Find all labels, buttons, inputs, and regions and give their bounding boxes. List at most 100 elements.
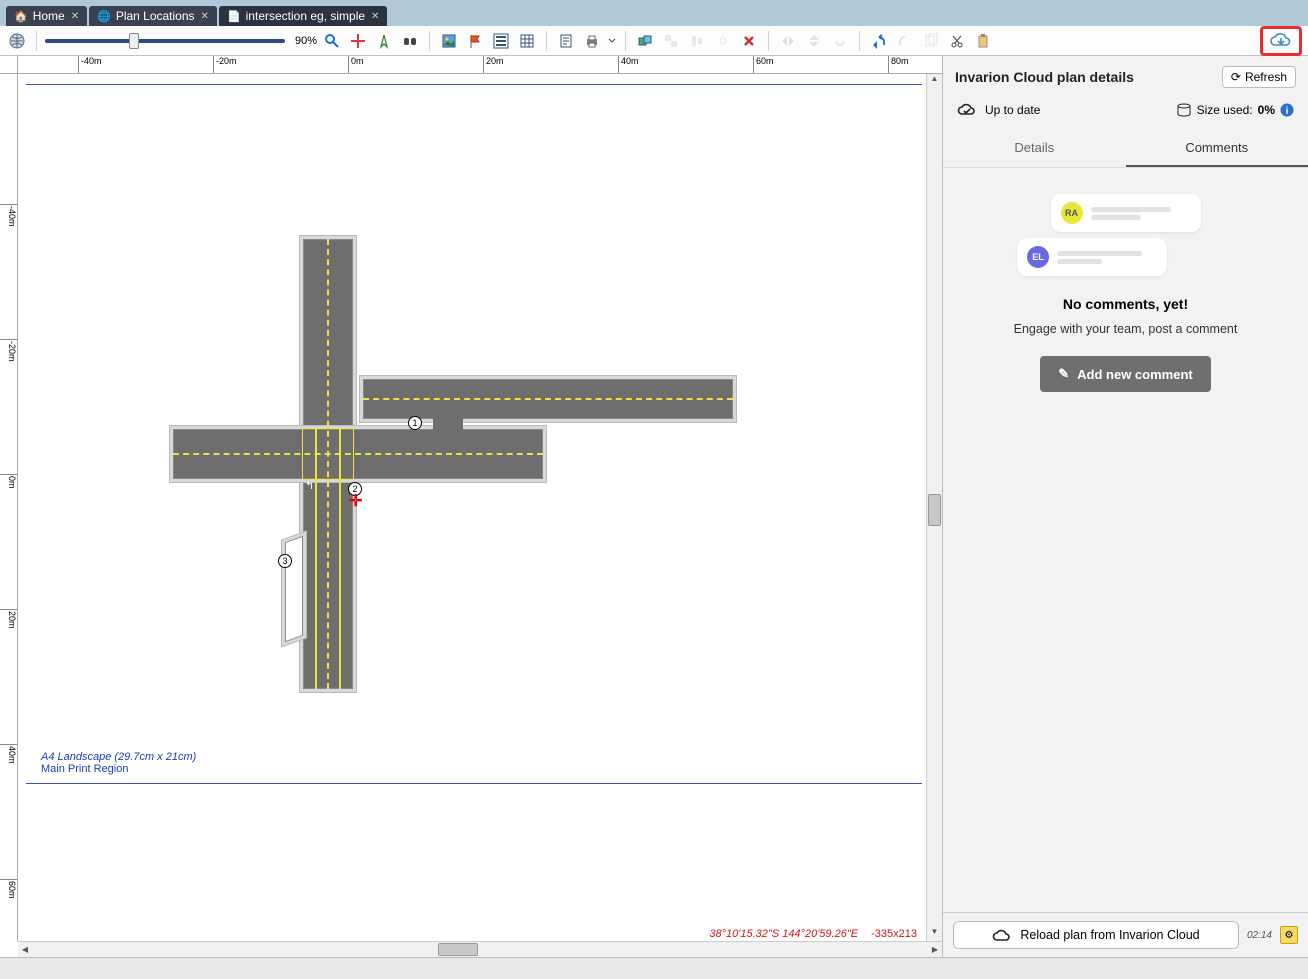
flip-h-icon[interactable] <box>777 30 799 52</box>
dropdown-arrow-icon[interactable] <box>607 30 617 52</box>
tab-home[interactable]: 🏠 Home ✕ <box>6 6 87 26</box>
ruler-tick: 20m <box>0 609 17 629</box>
link-icon[interactable] <box>712 30 734 52</box>
scroll-thumb[interactable] <box>928 494 941 526</box>
scrollbar-horizontal[interactable]: ◀ ▶ <box>18 941 942 957</box>
add-comment-label: Add new comment <box>1077 367 1193 382</box>
scroll-down-icon[interactable]: ▼ <box>927 927 942 941</box>
canvas-zone: -40m -20m 0m 20m 40m 60m 80m -40m -20m 0… <box>0 56 942 957</box>
ruler-tick: -20m <box>0 339 17 362</box>
app-statusbar <box>0 957 1308 979</box>
cloud-panel: Invarion Cloud plan details ⟳ Refresh Up… <box>942 56 1308 957</box>
binoculars-icon[interactable] <box>399 30 421 52</box>
cloud-icon <box>992 928 1012 942</box>
panel-tabs: Details Comments <box>943 130 1308 168</box>
tab-label: Plan Locations <box>116 9 195 23</box>
scroll-up-icon[interactable]: ▲ <box>927 74 942 88</box>
panel-title: Invarion Cloud plan details <box>955 69 1222 85</box>
ruler-tick: 0m <box>348 56 364 73</box>
reload-button[interactable]: Reload plan from Invarion Cloud <box>953 921 1239 949</box>
main-area: -40m -20m 0m 20m 40m 60m 80m -40m -20m 0… <box>0 56 1308 957</box>
lane-marking <box>173 453 543 455</box>
document-tabs: 🏠 Home ✕ 🌐 Plan Locations ✕ 📄 intersecti… <box>0 0 1308 26</box>
redo-icon[interactable] <box>894 30 916 52</box>
table-icon[interactable] <box>516 30 538 52</box>
zoom-tool-icon[interactable] <box>321 30 343 52</box>
lane-marking <box>363 398 733 400</box>
scroll-right-icon[interactable]: ▶ <box>928 942 942 957</box>
ruler-tick: 80m <box>888 56 909 73</box>
close-icon[interactable]: ✕ <box>71 11 79 22</box>
no-comments-heading: No comments, yet! <box>957 296 1294 312</box>
image-icon[interactable] <box>438 30 460 52</box>
turn-arrow-icon: ↰ <box>305 479 314 492</box>
ungroup-icon[interactable] <box>660 30 682 52</box>
copy-icon[interactable] <box>920 30 942 52</box>
ruler-tick: 60m <box>753 56 774 73</box>
page-icon[interactable] <box>555 30 577 52</box>
tab-current-plan[interactable]: 📄 intersection eg, simple ✕ <box>219 6 387 26</box>
globe-tool-icon[interactable] <box>6 30 28 52</box>
intersection-drawing: 1 2 3 ✛ ↰ <box>153 239 723 759</box>
refresh-icon: ⟳ <box>1231 70 1241 84</box>
comment-placeholder: EL <box>1017 238 1167 276</box>
undo-icon[interactable] <box>868 30 890 52</box>
compass-icon[interactable] <box>373 30 395 52</box>
scrollbar-vertical[interactable]: ▲ ▼ <box>926 74 942 941</box>
ruler-tick: -40m <box>0 204 17 227</box>
print-icon[interactable] <box>581 30 603 52</box>
road-connector <box>433 414 463 434</box>
paste-icon[interactable] <box>972 30 994 52</box>
ruler-tick: 20m <box>483 56 504 73</box>
cloud-check-icon <box>957 102 977 118</box>
print-region-label: Main Print Region <box>41 763 196 775</box>
ruler-tick: 40m <box>618 56 639 73</box>
close-icon[interactable]: ✕ <box>201 11 209 22</box>
cut-icon[interactable] <box>946 30 968 52</box>
comment-placeholder: RA <box>1051 194 1201 232</box>
cursor-marker-icon: ✛ <box>349 491 362 511</box>
tab-comments[interactable]: Comments <box>1126 130 1308 167</box>
crosshair-icon[interactable] <box>347 30 369 52</box>
cloud-sync-button[interactable] <box>1260 26 1302 56</box>
marker-1: 1 <box>408 416 422 430</box>
settings-icon[interactable]: ⚙ <box>1280 926 1298 944</box>
canvas-status: 38°10'15.32"S 144°20'59.26"E -335x213 <box>709 928 917 940</box>
scroll-thumb[interactable] <box>438 943 478 956</box>
gps-coords: 38°10'15.32"S 144°20'59.26"E <box>709 928 858 940</box>
list-icon[interactable] <box>490 30 512 52</box>
flip-v-icon[interactable] <box>803 30 825 52</box>
tab-label: intersection eg, simple <box>246 9 365 23</box>
flag-icon[interactable] <box>464 30 486 52</box>
svg-text:i: i <box>1286 106 1289 117</box>
home-icon: 🏠 <box>14 10 28 23</box>
tab-plan-locations[interactable]: 🌐 Plan Locations ✕ <box>89 6 217 26</box>
group-icon[interactable] <box>634 30 656 52</box>
doc-icon: 📄 <box>227 10 241 23</box>
sync-time: 02:14 <box>1247 930 1272 941</box>
intersection-box <box>303 429 353 479</box>
slider-thumb[interactable] <box>129 33 139 49</box>
size-label: Size used: <box>1197 103 1253 117</box>
delete-icon[interactable] <box>738 30 760 52</box>
ruler-tick: 60m <box>0 879 17 899</box>
zoom-slider[interactable] <box>45 39 285 43</box>
main-toolbar: 90% <box>0 26 1308 56</box>
ruler-corner <box>0 56 18 74</box>
marker-3: 3 <box>278 554 292 568</box>
close-icon[interactable]: ✕ <box>371 11 379 22</box>
info-icon[interactable]: i <box>1280 103 1294 117</box>
tab-details[interactable]: Details <box>943 130 1126 167</box>
ruler-tick: 0m <box>0 474 17 489</box>
zoom-value: 90% <box>295 35 317 47</box>
refresh-button[interactable]: ⟳ Refresh <box>1222 66 1296 88</box>
rotate-icon[interactable] <box>829 30 851 52</box>
add-comment-button[interactable]: ✎ Add new comment <box>1040 356 1210 392</box>
align-icon[interactable] <box>686 30 708 52</box>
scroll-left-icon[interactable]: ◀ <box>18 942 32 957</box>
ruler-tick: -20m <box>213 56 237 73</box>
engage-text: Engage with your team, post a comment <box>957 322 1294 336</box>
drawing-canvas[interactable]: A4 Landscape (29.7cm x 21cm) Main Print … <box>18 74 942 941</box>
comments-body: RA EL No comments, yet! Engage with your… <box>943 168 1308 912</box>
avatar: EL <box>1027 246 1049 268</box>
